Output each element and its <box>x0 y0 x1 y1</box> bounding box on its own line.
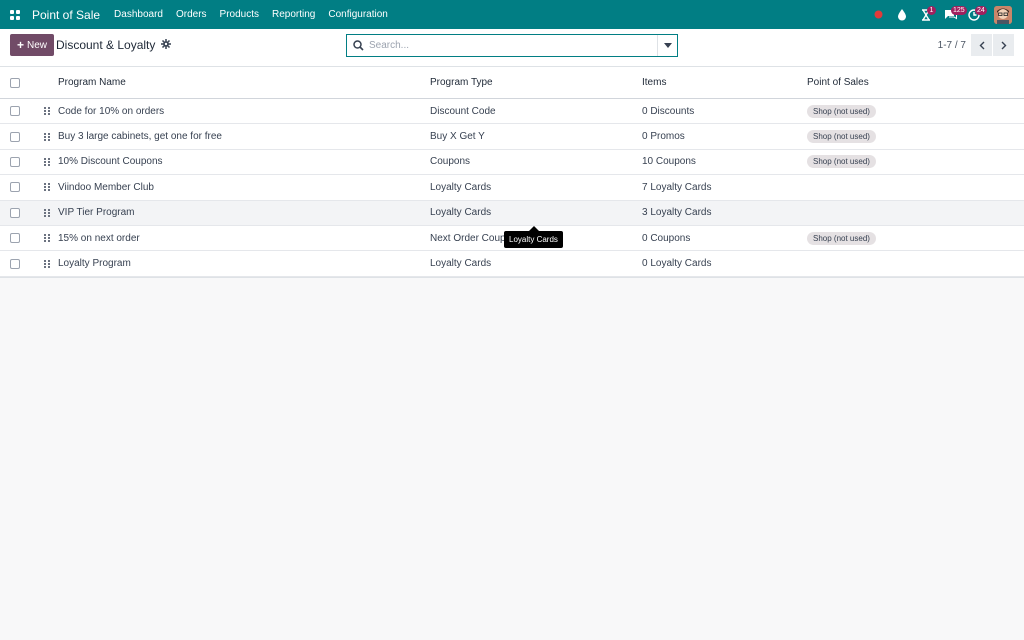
program-items: 0 Loyalty Cards <box>642 258 712 270</box>
page-title: Discount & Loyalty <box>56 38 156 52</box>
chevron-left-icon <box>979 41 984 49</box>
drag-handle-icon[interactable] <box>44 107 50 116</box>
pager-previous-button[interactable] <box>971 34 992 56</box>
table-row[interactable]: Loyalty Program Loyalty Cards 0 Loyalty … <box>0 251 1024 277</box>
row-checkbox[interactable] <box>10 156 20 167</box>
row-checkbox[interactable] <box>10 207 20 218</box>
program-type: Discount Code <box>430 105 496 117</box>
plus-icon: + <box>17 38 25 52</box>
table-row[interactable]: 10% Discount Coupons Coupons 10 Coupons … <box>0 150 1024 176</box>
activity-badge: 1 <box>927 5 936 15</box>
app-title[interactable]: Point of Sale <box>32 8 100 22</box>
program-items: 0 Coupons <box>642 232 691 244</box>
status-dot-icon[interactable] <box>868 5 888 25</box>
menu-reporting[interactable]: Reporting <box>272 9 315 20</box>
pager-value[interactable]: 1-7 / 7 <box>938 40 966 51</box>
program-items: 3 Loyalty Cards <box>642 207 712 219</box>
search-icon <box>347 40 369 51</box>
search-options-toggle[interactable] <box>657 35 677 56</box>
search-bar <box>346 34 678 57</box>
tooltip: Loyalty Cards <box>504 226 563 248</box>
pos-tag: Shop (not used) <box>807 104 876 118</box>
messages-icon[interactable]: 125 <box>940 5 967 25</box>
drag-handle-icon[interactable] <box>44 208 50 217</box>
program-items: 0 Promos <box>642 131 685 143</box>
chevron-right-icon <box>1001 41 1006 49</box>
apps-menu-icon[interactable] <box>0 0 30 29</box>
table-row[interactable]: Buy 3 large cabinets, get one for free B… <box>0 124 1024 150</box>
caret-down-icon <box>663 43 672 48</box>
table-row[interactable]: Code for 10% on orders Discount Code 0 D… <box>0 99 1024 125</box>
gear-icon[interactable] <box>161 38 172 52</box>
column-point-of-sales[interactable]: Point of Sales <box>807 77 869 88</box>
drag-handle-icon[interactable] <box>44 183 50 192</box>
program-items: 10 Coupons <box>642 156 696 168</box>
table-row[interactable]: Viindoo Member Club Loyalty Cards 7 Loya… <box>0 175 1024 201</box>
program-name: 10% Discount Coupons <box>58 156 163 168</box>
program-type: Buy X Get Y <box>430 131 485 143</box>
menu-orders[interactable]: Orders <box>176 9 207 20</box>
menu-products[interactable]: Products <box>220 9 259 20</box>
drag-handle-icon[interactable] <box>44 259 50 268</box>
column-program-type[interactable]: Program Type <box>430 77 493 88</box>
program-name: 15% on next order <box>58 232 140 244</box>
drag-handle-icon[interactable] <box>44 157 50 166</box>
row-checkbox[interactable] <box>10 131 20 142</box>
menu-dashboard[interactable]: Dashboard <box>114 9 163 20</box>
drop-icon[interactable] <box>892 5 912 25</box>
row-checkbox[interactable] <box>10 258 20 269</box>
menu-configuration[interactable]: Configuration <box>328 9 387 20</box>
row-checkbox[interactable] <box>10 182 20 193</box>
program-type: Loyalty Cards <box>430 258 492 270</box>
clock-icon[interactable]: 24 <box>964 5 987 25</box>
clock-badge: 24 <box>975 5 987 15</box>
pager-next-button[interactable] <box>993 34 1014 56</box>
row-checkbox[interactable] <box>10 233 20 244</box>
program-name: VIP Tier Program <box>58 207 135 219</box>
pos-tag: Shop (not used) <box>807 231 876 245</box>
program-type: Loyalty Cards <box>430 181 492 193</box>
new-button-label: New <box>27 39 48 51</box>
select-all-checkbox[interactable] <box>10 77 20 88</box>
top-navbar: Point of Sale Dashboard Orders Products … <box>0 0 1024 29</box>
control-panel: + New Discount & Loyalty 1-7 / 7 <box>0 29 1024 67</box>
drag-handle-icon[interactable] <box>44 234 50 243</box>
systray: 1 125 24 <box>864 0 1024 29</box>
program-items: 0 Discounts <box>642 105 695 117</box>
user-avatar[interactable] <box>994 5 1012 24</box>
program-name: Loyalty Program <box>58 258 131 270</box>
program-name: Viindoo Member Club <box>58 181 154 193</box>
pos-tag: Shop (not used) <box>807 155 876 169</box>
program-name: Buy 3 large cabinets, get one for free <box>58 131 222 143</box>
program-type: Loyalty Cards <box>430 207 492 219</box>
column-items[interactable]: Items <box>642 77 666 88</box>
new-button[interactable]: + New <box>10 34 55 56</box>
program-name: Code for 10% on orders <box>58 105 165 117</box>
program-type: Coupons <box>430 156 471 168</box>
column-program-name[interactable]: Program Name <box>58 77 126 88</box>
row-checkbox[interactable] <box>10 106 20 117</box>
program-items: 7 Loyalty Cards <box>642 181 712 193</box>
activity-hourglass-icon[interactable]: 1 <box>916 5 936 25</box>
drag-handle-icon[interactable] <box>44 132 50 141</box>
table-header: Program Name Program Type Items Point of… <box>0 67 1024 99</box>
search-input[interactable] <box>369 40 657 51</box>
breadcrumb: Discount & Loyalty <box>56 38 172 52</box>
pos-tag: Shop (not used) <box>807 130 876 144</box>
table-row[interactable]: VIP Tier Program Loyalty Cards 3 Loyalty… <box>0 200 1024 226</box>
